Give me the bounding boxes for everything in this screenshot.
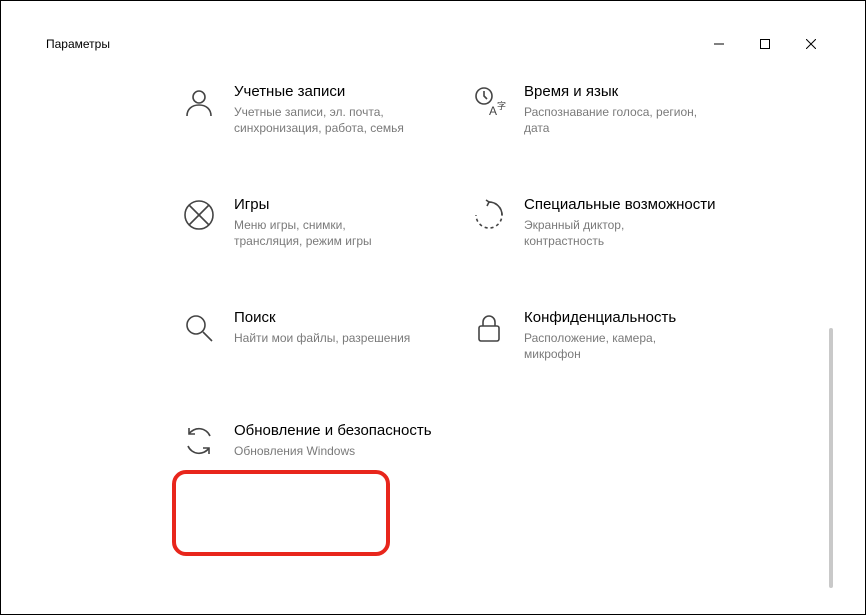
tile-desc: Расположение, камера, микрофон (524, 330, 704, 362)
tile-desc: Обновления Windows (234, 443, 414, 459)
tile-desc: Экранный диктор, контрастность (524, 217, 704, 249)
tile-title: Конфиденциальность (524, 309, 704, 328)
settings-window: Параметры Уче (32, 28, 834, 587)
tile-title: Поиск (234, 309, 410, 328)
window-controls (696, 28, 834, 60)
tile-title: Время и язык (524, 83, 704, 102)
update-icon (182, 424, 216, 458)
svg-text:A: A (489, 104, 497, 118)
search-icon (182, 311, 216, 345)
tile-title: Специальные возможности (524, 196, 716, 215)
time-language-icon: A字 (472, 85, 506, 119)
title-bar: Параметры (32, 28, 834, 60)
tile-desc: Распознавание голоса, регион, дата (524, 104, 704, 136)
tile-privacy[interactable]: Конфиденциальность Расположение, камера,… (472, 309, 742, 362)
tile-gaming[interactable]: Игры Меню игры, снимки, трансляция, режи… (182, 196, 452, 249)
tile-title: Игры (234, 196, 414, 215)
tile-desc: Меню игры, снимки, трансляция, режим игр… (234, 217, 414, 249)
tile-ease-of-access[interactable]: Специальные возможности Экранный диктор,… (472, 196, 742, 249)
accounts-icon (182, 85, 216, 119)
tile-title: Обновление и безопасность (234, 422, 432, 441)
privacy-icon (472, 311, 506, 345)
svg-text:字: 字 (497, 100, 506, 111)
close-button[interactable] (788, 28, 834, 60)
tile-search[interactable]: Поиск Найти мои файлы, разрешения (182, 309, 452, 362)
tile-time-language[interactable]: A字 Время и язык Распознавание голоса, ре… (472, 83, 742, 136)
screenshot-frame: Параметры Уче (0, 0, 866, 615)
tile-update-security[interactable]: Обновление и безопасность Обновления Win… (182, 422, 452, 459)
settings-grid: Учетные записи Учетные записи, эл. почта… (182, 83, 834, 459)
settings-grid-area: Учетные записи Учетные записи, эл. почта… (182, 83, 834, 587)
tile-title: Учетные записи (234, 83, 414, 102)
tile-desc: Найти мои файлы, разрешения (234, 330, 410, 346)
ease-of-access-icon (472, 198, 506, 232)
tile-desc: Учетные записи, эл. почта, синхронизация… (234, 104, 414, 136)
minimize-button[interactable] (696, 28, 742, 60)
gaming-icon (182, 198, 216, 232)
tile-accounts[interactable]: Учетные записи Учетные записи, эл. почта… (182, 83, 452, 136)
maximize-button[interactable] (742, 28, 788, 60)
scrollbar[interactable] (829, 328, 833, 588)
window-title: Параметры (46, 37, 110, 51)
